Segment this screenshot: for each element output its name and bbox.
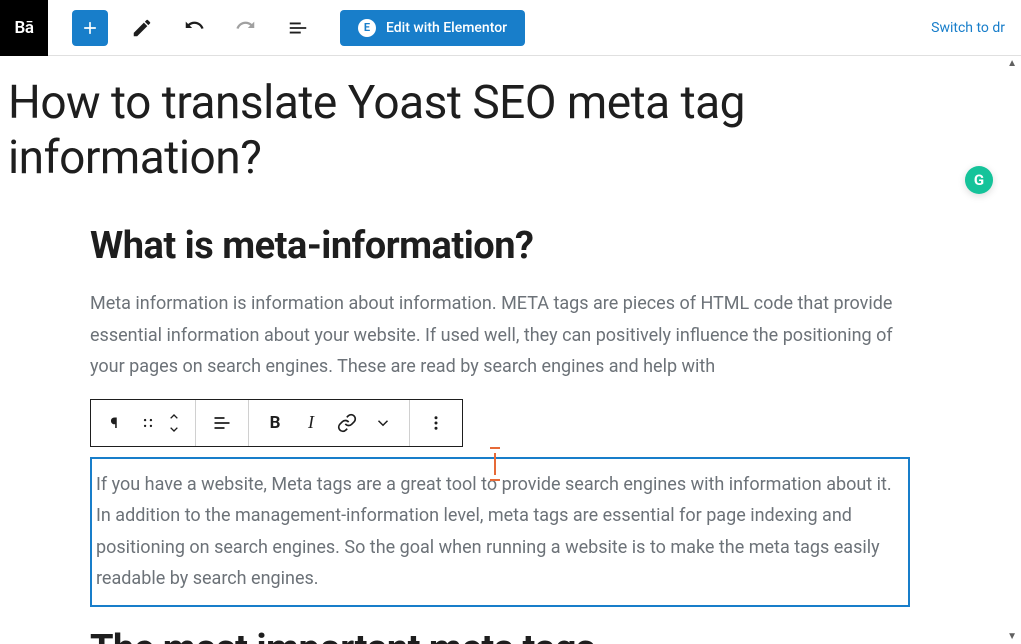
bold-button[interactable]: B (257, 400, 293, 446)
redo-icon (235, 17, 257, 39)
document-outline-button[interactable] (280, 10, 316, 46)
undo-icon (183, 17, 205, 39)
paragraph-text: If you have a website, Meta tags are a g… (96, 474, 892, 590)
more-options-button[interactable] (418, 400, 454, 446)
chevron-down-icon (374, 414, 392, 432)
post-content: What is meta-information? Meta informati… (0, 224, 1000, 644)
drag-handle[interactable] (135, 400, 161, 446)
edit-with-elementor-button[interactable]: E Edit with Elementor (340, 10, 525, 46)
italic-button[interactable]: I (293, 400, 329, 446)
link-button[interactable] (329, 400, 365, 446)
more-formatting-button[interactable] (365, 400, 401, 446)
block-type-button[interactable]: ¶ (99, 400, 135, 446)
scroll-down-arrow[interactable]: ▼ (1007, 631, 1017, 642)
post-title[interactable]: How to translate Yoast SEO meta tag info… (0, 56, 1021, 206)
move-up-down[interactable] (161, 400, 187, 446)
selected-paragraph-block[interactable]: If you have a website, Meta tags are a g… (90, 457, 910, 607)
add-block-button[interactable] (72, 10, 108, 46)
undo-button[interactable] (176, 10, 212, 46)
heading-important-tags[interactable]: The most important meta tags (90, 627, 910, 644)
top-toolbar: Bā E Edit with Elementor Switch to dr (0, 0, 1021, 56)
list-icon (287, 17, 309, 39)
align-left-icon (212, 413, 232, 433)
kebab-icon (427, 414, 445, 432)
text-cursor-icon (494, 453, 496, 475)
align-button[interactable] (204, 400, 240, 446)
switch-to-draft-link[interactable]: Switch to dr (931, 20, 1005, 36)
editor-canvas[interactable]: ▲ ▼ G How to translate Yoast SEO meta ta… (0, 56, 1021, 644)
svg-text:¶: ¶ (110, 414, 117, 432)
edit-mode-button[interactable] (124, 10, 160, 46)
drag-icon (141, 416, 155, 430)
scroll-up-arrow[interactable]: ▲ (1007, 58, 1017, 69)
link-icon (337, 413, 357, 433)
pencil-icon (131, 17, 153, 39)
paragraph-icon: ¶ (107, 413, 127, 433)
redo-button[interactable] (228, 10, 264, 46)
editor-tools-group (72, 10, 316, 46)
chevron-updown-icon (166, 412, 182, 434)
elementor-label: Edit with Elementor (386, 20, 507, 36)
grammarly-badge[interactable]: G (965, 166, 993, 194)
heading-meta-info[interactable]: What is meta-information? (90, 224, 910, 268)
elementor-icon: E (358, 19, 376, 37)
block-toolbar: ¶ B I (90, 399, 463, 447)
paragraph-block[interactable]: Meta information is information about in… (90, 288, 910, 383)
plus-icon (80, 18, 100, 38)
site-logo[interactable]: Bā (0, 0, 48, 56)
